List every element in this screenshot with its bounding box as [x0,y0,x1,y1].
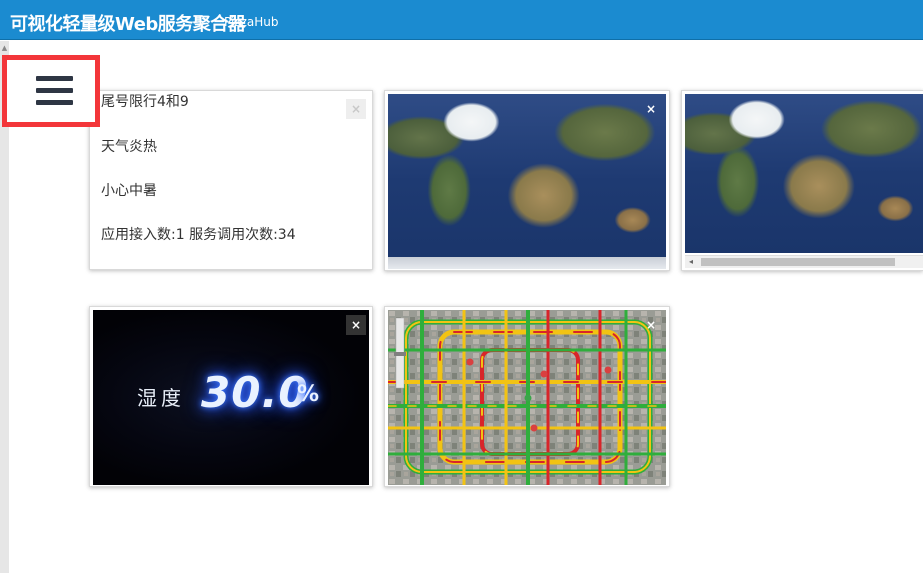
hamburger-menu-icon [36,76,73,81]
close-icon[interactable]: × [346,315,366,335]
notice-card: 尾号限行4和9 天气炎热 小心中暑 应用接入数:1 服务调用次数:34 × [89,90,373,270]
traffic-map-image[interactable] [388,310,666,485]
hamburger-menu-icon-bar [36,88,73,93]
app-subtitle: PizzaHub [224,15,279,29]
service-stats-text: 应用接入数:1 服务调用次数:34 [101,227,296,243]
world-map-image[interactable] [388,94,666,269]
horizontal-scrollbar[interactable]: ◂ [685,255,923,268]
humidity-display: 湿度 30.0 % [93,310,369,485]
world-map-image[interactable] [685,94,923,253]
close-icon[interactable]: × [346,99,366,119]
humidity-label: 湿度 [137,386,185,410]
scroll-up-arrow-icon[interactable]: ▲ [0,44,9,53]
notice-line: 小心中暑 [101,183,157,199]
hamburger-menu-button[interactable] [2,55,100,127]
notice-line: 天气炎热 [101,139,157,155]
antarctica-region [388,257,666,269]
scrollbar-thumb[interactable] [701,258,895,266]
world-map-card: × [384,90,670,271]
close-icon[interactable]: × [641,99,661,119]
app-window: 可视化轻量级Web服务聚合器 PizzaHub ▲ 尾号限行4和9 天气炎热 小… [0,0,923,573]
humidity-card: 湿度 30.0 % × [89,306,373,487]
traffic-map-card: × [384,306,670,487]
traffic-map-svg [388,310,666,485]
humidity-unit: % [297,382,320,407]
app-header: 可视化轻量级Web服务聚合器 PizzaHub [0,0,923,40]
close-icon[interactable]: × [641,315,661,335]
humidity-value: 30.0 [201,368,309,417]
app-title: 可视化轻量级Web服务聚合器 [10,14,246,35]
scroll-left-arrow-icon[interactable]: ◂ [685,256,697,268]
notice-line: 尾号限行4和9 [101,94,189,110]
world-map-card-2: ◂ [681,90,923,271]
hamburger-menu-icon-bar [36,100,73,105]
